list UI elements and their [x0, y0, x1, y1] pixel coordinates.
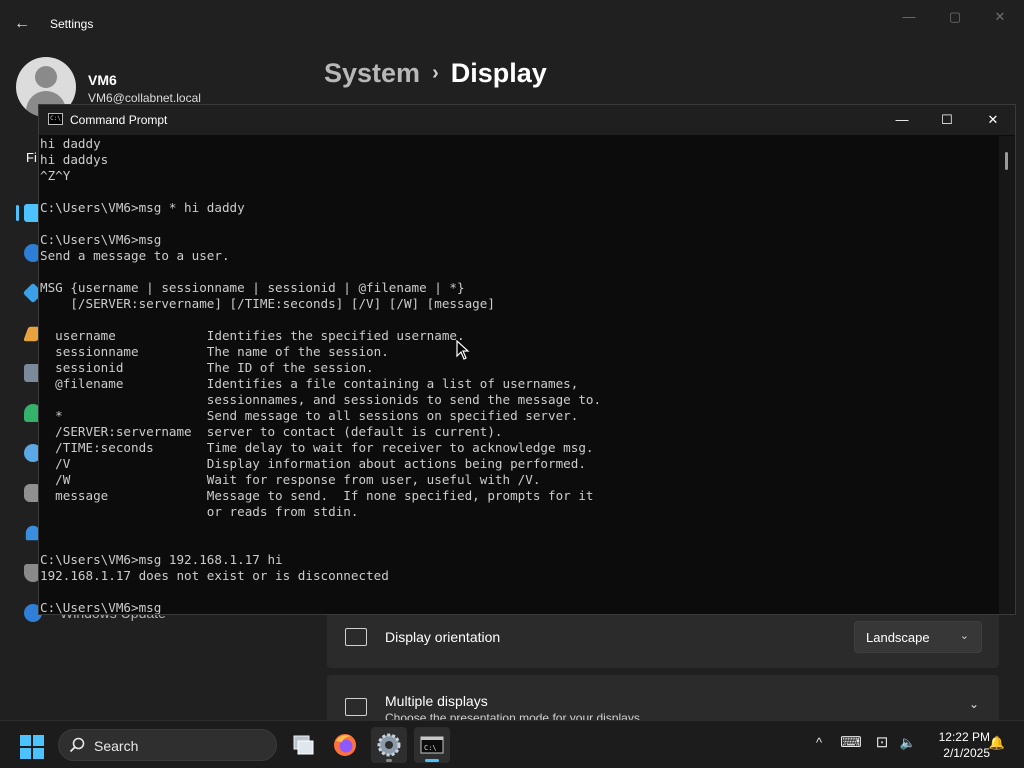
console-line: 192.168.1.17 does not exist or is discon…	[40, 568, 389, 583]
console-line: username Identifies the specified userna…	[40, 328, 465, 343]
back-arrow-icon[interactable]: ←	[14, 14, 34, 34]
cmd-minimize-button[interactable]: —	[887, 110, 917, 130]
display-orientation-value: Landscape	[866, 630, 930, 645]
console-line: sessionnames, and sessionids to send the…	[40, 392, 602, 407]
user-email: VM6@collabnet.local	[88, 91, 201, 105]
running-indicator	[386, 759, 392, 762]
command-prompt-title: Command Prompt	[70, 113, 168, 127]
taskbar: Search C:\ ^ ⌨ ⊡ 🔈 12:22 PM 2/1/2025 🔔	[0, 720, 1024, 768]
taskbar-search-box[interactable]: Search	[58, 729, 277, 761]
display-orientation-dropdown[interactable]: Landscape ⌄	[854, 621, 982, 653]
console-line: /W Wait for response from user, useful w…	[40, 472, 541, 487]
console-line: @filename Identifies a file containing a…	[40, 376, 579, 391]
avatar-head	[35, 66, 57, 88]
settings-close-button[interactable]: ✕	[985, 8, 1015, 26]
cmd-maximize-button[interactable]: ☐	[932, 110, 962, 130]
console-line: sessionname The name of the session.	[40, 344, 389, 359]
tray-overflow-icon[interactable]: ^	[810, 735, 828, 755]
scrollbar-thumb[interactable]	[1005, 152, 1008, 170]
find-setting-input[interactable]: Fi	[26, 150, 37, 165]
display-orientation-label: Display orientation	[385, 629, 501, 645]
console-line: C:\Users\VM6>msg * hi daddy	[40, 200, 245, 215]
console-line: /TIME:seconds Time delay to wait for rec…	[40, 440, 594, 455]
breadcrumb-system-link[interactable]: System	[324, 58, 420, 88]
system-clock[interactable]: 12:22 PM 2/1/2025	[922, 729, 990, 761]
start-button[interactable]	[20, 735, 44, 759]
firefox-icon	[334, 734, 356, 756]
console-line: hi daddy	[40, 136, 101, 151]
task-view-button[interactable]	[284, 727, 320, 763]
sidebar-selection-indicator	[16, 205, 19, 221]
console-line: [/SERVER:servername] [/TIME:seconds] [/V…	[40, 296, 495, 311]
display-orientation-icon	[345, 628, 367, 646]
svg-text:C:\: C:\	[424, 744, 437, 752]
console-line: or reads from stdin.	[40, 504, 359, 519]
mouse-pointer-icon	[456, 340, 470, 360]
console-line: C:\Users\VM6>msg 192.168.1.17 hi	[40, 552, 283, 567]
console-line: C:\Users\VM6>msg	[40, 232, 162, 247]
console-output[interactable]: hi daddy hi daddys ^Z^Y C:\Users\VM6>msg * …	[40, 136, 998, 614]
settings-minimize-button[interactable]: —	[894, 8, 924, 26]
display-orientation-card: Display orientation Landscape ⌄	[327, 614, 999, 668]
volume-icon[interactable]: 🔈	[898, 735, 918, 755]
command-prompt-taskbar-button[interactable]: C:\	[414, 727, 450, 763]
command-prompt-titlebar[interactable]: C:\ Command Prompt — ☐ ✕	[39, 105, 1015, 135]
settings-window-title: Settings	[50, 17, 94, 31]
console-line: C:\Users\VM6>msg	[40, 600, 162, 614]
console-line: message Message to send. If none specifi…	[40, 488, 594, 503]
cmd-close-button[interactable]: ✕	[978, 110, 1008, 130]
desktop-screen: ← Settings — ▢ ✕ VM6 VM6@collabnet.local…	[0, 0, 1024, 768]
settings-taskbar-button[interactable]	[371, 727, 407, 763]
search-label: Search	[94, 738, 139, 754]
windows-logo-icon	[20, 735, 31, 746]
console-line: /V Display information about actions bei…	[40, 456, 586, 471]
command-prompt-icon: C:\	[48, 113, 63, 125]
chevron-down-icon: ⌄	[959, 630, 969, 642]
chevron-down-icon[interactable]: ⌄	[969, 697, 979, 711]
user-name: VM6	[88, 72, 117, 88]
command-prompt-window[interactable]: C:\ Command Prompt — ☐ ✕ hi daddy hi dadd…	[38, 104, 1016, 615]
console-line: * Send message to all sessions on specif…	[40, 408, 579, 423]
multiple-displays-icon	[345, 698, 367, 716]
windows-logo-icon	[33, 735, 44, 746]
command-prompt-icon: C:\	[420, 736, 444, 754]
breadcrumb-separator-icon: ›	[432, 62, 439, 84]
console-line: ^Z^Y	[40, 168, 71, 183]
multiple-displays-label: Multiple displays	[385, 693, 488, 709]
settings-gear-icon	[377, 733, 401, 757]
clock-time: 12:22 PM	[938, 730, 990, 744]
console-line: Send a message to a user.	[40, 248, 230, 263]
console-line: hi daddys	[40, 152, 109, 167]
search-icon	[69, 737, 85, 753]
windows-logo-icon	[20, 748, 31, 759]
task-view-icon	[293, 735, 314, 755]
keyboard-icon[interactable]: ⌨	[840, 733, 862, 753]
page-title: Display	[450, 58, 547, 88]
firefox-taskbar-button[interactable]	[327, 727, 363, 763]
multiple-displays-card[interactable]: Multiple displays Choose the presentatio…	[327, 675, 999, 725]
console-line: /SERVER:servername server to contact (de…	[40, 424, 503, 439]
windows-logo-icon	[33, 748, 44, 759]
network-icon[interactable]: ⊡	[872, 733, 892, 753]
settings-titlebar: ← Settings — ▢ ✕	[0, 0, 1024, 48]
console-line: MSG {username | sessionname | sessionid …	[40, 280, 465, 295]
notification-bell-icon[interactable]: 🔔	[988, 735, 1006, 755]
settings-maximize-button[interactable]: ▢	[940, 8, 970, 26]
clock-date: 2/1/2025	[943, 746, 990, 760]
console-line: sessionid The ID of the session.	[40, 360, 374, 375]
console-scrollbar[interactable]	[999, 136, 1015, 614]
breadcrumb: System › Display	[324, 58, 547, 89]
active-indicator	[425, 759, 439, 762]
